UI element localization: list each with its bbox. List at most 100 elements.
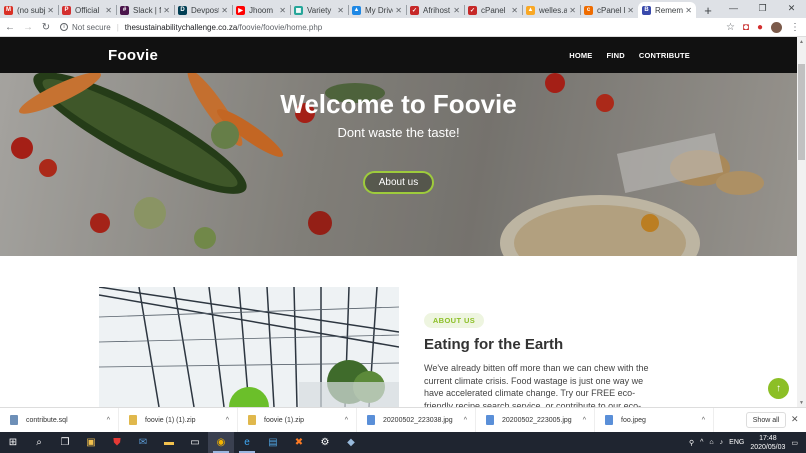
scroll-up-arrow-icon[interactable]: ▲ [797,39,806,45]
show-all-button[interactable]: Show all [746,412,786,428]
chevron-up-icon[interactable]: ^ [464,417,467,424]
close-tab-icon[interactable]: ✕ [279,6,286,15]
page-scrollbar[interactable]: ▲ ▼ [797,37,806,407]
afrihost-icon: ✓ [410,5,419,15]
chevron-up-icon[interactable]: ^ [702,417,705,424]
tab-title: welles.a [539,5,568,15]
tab-title: Afrihost [423,5,451,15]
hero-title: Welcome to Foovie [280,89,517,119]
profile-avatar[interactable] [771,22,782,33]
hero-subtitle: Dont waste the taste! [337,125,460,140]
chevron-up-icon[interactable]: ^ [583,417,586,424]
file-explorer-icon[interactable]: ▬ [156,432,182,453]
download-filename: foovie (1).zip [264,416,305,424]
close-tab-icon[interactable]: ✕ [453,6,460,15]
notifications-icon[interactable]: ▭ [791,439,798,447]
download-item[interactable]: contribute.sql ^ [0,407,119,433]
download-item[interactable]: 20200502_223005.jpg ^ [476,407,595,433]
vscode-icon[interactable]: ◆ [338,432,364,453]
cpanel-icon: ✓ [468,5,477,15]
download-item[interactable]: 20200502_223038.jpg ^ [357,407,476,433]
about-us-button[interactable]: About us [363,171,434,194]
download-item[interactable]: foovie (1).zip ^ [238,407,357,433]
browser-tab[interactable]: ▲ welles.a ✕ [522,2,580,18]
minimize-button[interactable]: — [719,0,748,16]
forward-arrow-icon[interactable]: → [20,22,36,33]
chevron-up-icon[interactable]: ^ [226,417,229,424]
address-bar: ← → ↻ i Not secure | thesustainabilitych… [0,18,806,37]
browser-tab[interactable]: ▦ Variety ✕ [290,2,348,18]
scroll-down-arrow-icon[interactable]: ▼ [797,400,806,406]
browser-tab[interactable]: ▲ My Drive✕ [348,2,406,18]
nav-find[interactable]: FIND [607,51,625,60]
download-item[interactable]: foo.jpeg ^ [595,407,714,433]
browser-tab[interactable]: B Rememe✕ [638,2,696,18]
close-tab-icon[interactable]: ✕ [163,6,170,15]
image-file-icon [367,415,375,425]
tray-chevron-icon[interactable]: ^ [700,439,703,446]
close-tab-icon[interactable]: ✕ [105,6,112,15]
omnibox[interactable]: i Not secure | thesustainabilitychalleng… [60,23,322,32]
new-tab-button[interactable]: + [700,2,716,18]
menu-kebab-icon[interactable]: ⋮ [790,22,800,33]
volume-icon[interactable]: ♪ [720,439,724,446]
edge-icon[interactable]: e [234,432,260,453]
close-tab-icon[interactable]: ✕ [685,6,692,15]
search-icon[interactable]: ⌕ [26,432,52,453]
network-icon[interactable]: ⌂ [709,439,713,446]
close-tab-icon[interactable]: ✕ [221,6,228,15]
browser-tab[interactable]: c cPanel F✕ [580,2,638,18]
close-downloads-icon[interactable]: ✕ [791,414,799,425]
clock[interactable]: 17:48 2020/05/03 [750,434,785,452]
browser-tab[interactable]: ✓ Afrihost ✕ [406,2,464,18]
extension-icon[interactable]: ◘ [743,22,749,33]
bookmark-star-icon[interactable]: ☆ [726,22,735,33]
terminal-icon[interactable]: ▭ [182,432,208,453]
info-icon[interactable]: i [60,23,68,31]
browser-tab[interactable]: P Official ✕ [58,2,116,18]
close-tab-icon[interactable]: ✕ [395,6,402,15]
about-title: Eating for the Earth [424,336,564,353]
tab-title: My Drive [365,5,393,15]
tab-title: Devpost [191,5,220,15]
chevron-up-icon[interactable]: ^ [107,417,110,424]
scrollbar-thumb[interactable] [798,64,805,160]
chevron-up-icon[interactable]: ^ [345,417,348,424]
store-icon[interactable]: ▣ [78,432,104,453]
nav-contribute[interactable]: CONTRIBUTE [639,51,690,60]
mail-icon[interactable]: ✉ [130,432,156,453]
chrome-icon[interactable]: ◉ [208,432,234,453]
language-indicator[interactable]: ENG [729,439,744,446]
windows-start-icon[interactable]: ⊞ [0,432,26,453]
close-tab-icon[interactable]: ✕ [627,6,634,15]
site-logo[interactable]: Foovie [108,47,158,64]
back-arrow-icon[interactable]: ← [2,22,18,33]
nav-home[interactable]: HOME [569,51,592,60]
xampp-icon[interactable]: ✖ [286,432,312,453]
browser-tab[interactable]: # Slack | f ✕ [116,2,174,18]
downloads-bar: contribute.sql ^ foovie (1) (1).zip ^ foovie… [0,407,806,433]
browser-tab[interactable]: M (no subj ✕ [0,2,58,18]
reload-icon[interactable]: ↻ [38,22,54,33]
download-item[interactable]: foovie (1) (1).zip ^ [119,407,238,433]
settings-gear-icon[interactable]: ⚙ [312,432,338,453]
close-window-button[interactable]: ✕ [777,0,806,16]
shield-app-icon[interactable]: ⛊ [104,432,130,453]
scroll-to-top-button[interactable]: ↑ [768,378,789,399]
browser-tab[interactable]: ✓ cPanel ✕ [464,2,522,18]
close-tab-icon[interactable]: ✕ [569,6,576,15]
separator: | [116,22,119,32]
browser-tab[interactable]: ▶ Jhoom ✕ [232,2,290,18]
close-tab-icon[interactable]: ✕ [511,6,518,15]
sheets-icon: ▦ [294,5,303,15]
about-text: We've already bitten off more than we ca… [424,363,649,407]
task-view-icon[interactable]: ❐ [52,432,78,453]
close-tab-icon[interactable]: ✕ [47,6,54,15]
browser-tab[interactable]: D Devpost ✕ [174,2,232,18]
close-tab-icon[interactable]: ✕ [337,6,344,15]
record-icon[interactable]: ● [757,22,763,33]
people-icon[interactable]: ⚲ [689,439,694,447]
maximize-button[interactable]: ❐ [748,0,777,16]
url-host: thesustainabilitychallenge.co.za [124,22,238,32]
photos-icon[interactable]: ▤ [260,432,286,453]
